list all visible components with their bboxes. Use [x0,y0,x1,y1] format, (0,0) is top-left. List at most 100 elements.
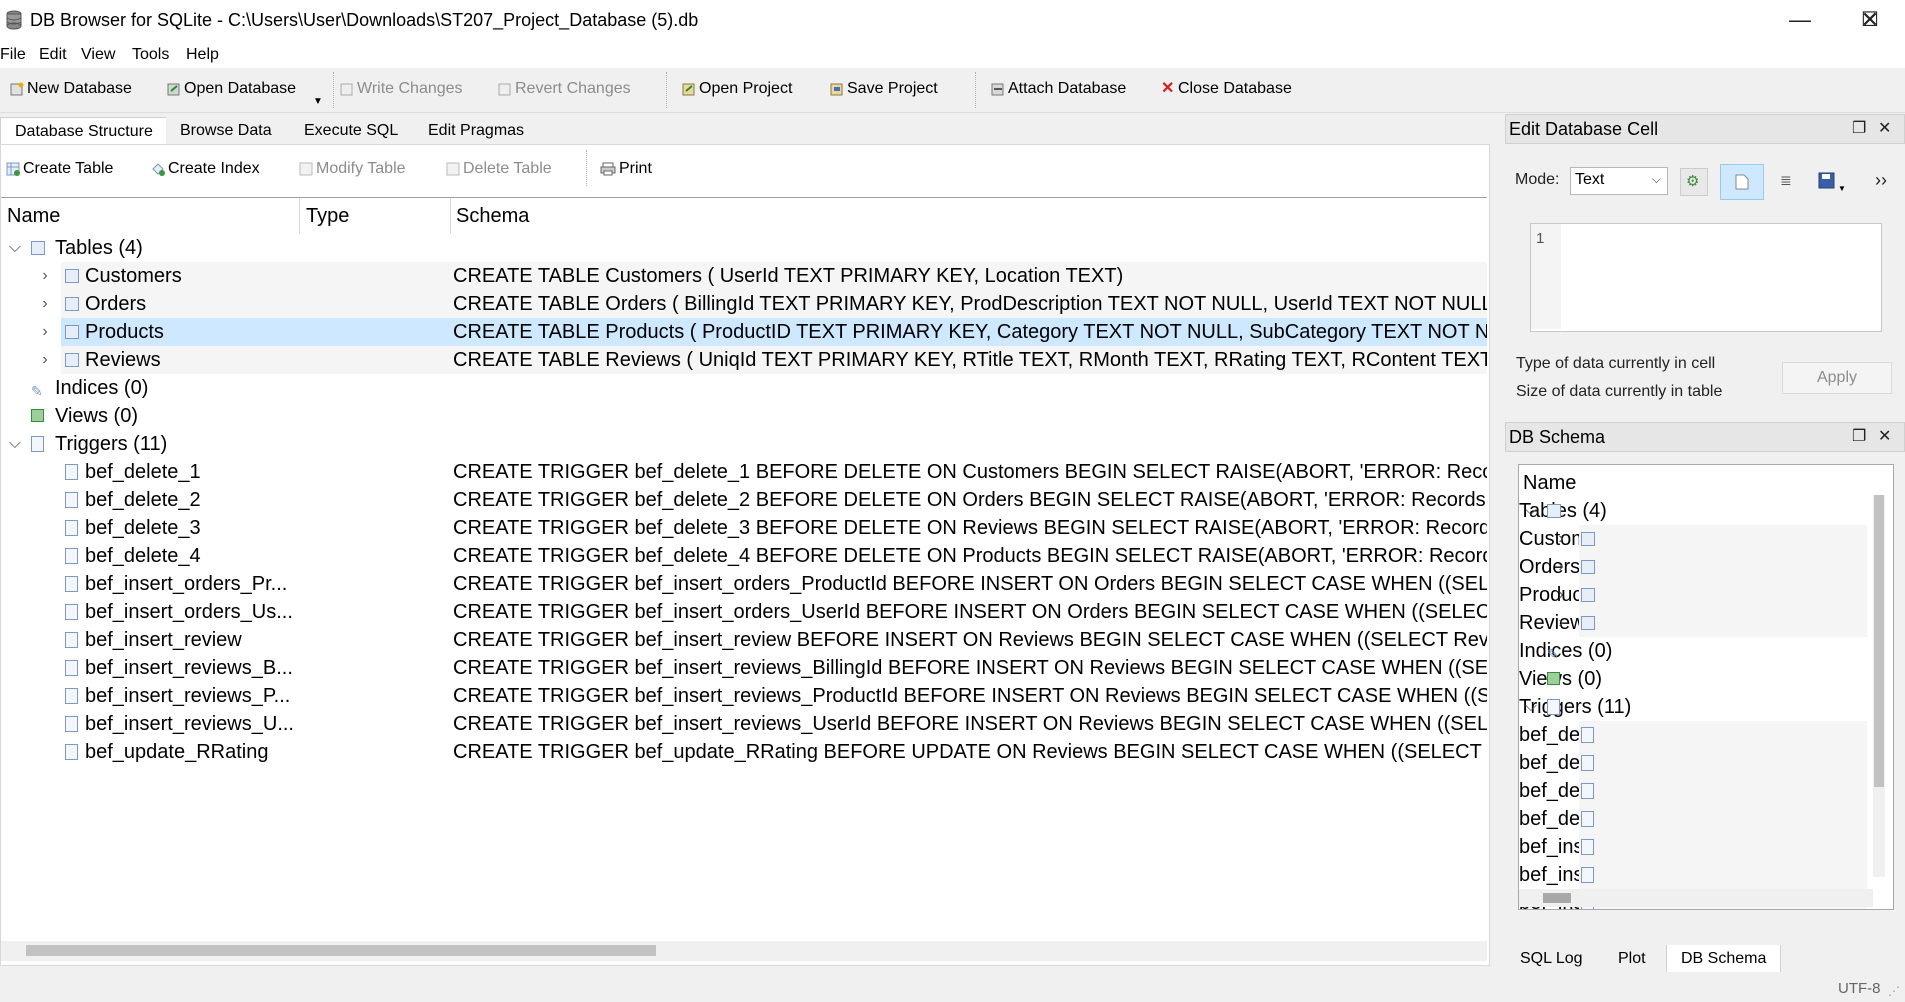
tab-database-structure[interactable]: Database Structure [0,117,168,145]
write-changes-button[interactable]: Write Changes [340,80,463,98]
chevron-right-icon[interactable]: › [37,290,53,318]
schema-tree-row[interactable]: bef_delete_3 [1519,777,1867,805]
tree-row[interactable]: › Orders CREATE TABLE Orders ( BillingId T… [1,290,1487,318]
column-header-name[interactable]: Name [7,198,60,234]
open-database-dropdown-icon[interactable]: ▼ [313,96,323,107]
tab-browse-data[interactable]: Browse Data [166,117,286,144]
tree-row[interactable]: bef_delete_3 CREATE TRIGGER bef_delete_3 … [1,514,1487,542]
menu-help[interactable]: Help [186,46,219,64]
close-dock-icon[interactable]: ✕ [1878,426,1891,446]
schema-tree-row[interactable]: bef_delete_4 [1519,805,1867,833]
horizontal-scrollbar[interactable] [1,941,1487,961]
word-wrap-toggle[interactable] [1720,164,1764,200]
chevron-right-icon[interactable]: › [1553,525,1569,553]
resize-grip-icon[interactable]: ⋰ [1888,984,1900,998]
chevron-right-icon[interactable]: › [37,262,53,290]
chevron-right-icon[interactable]: › [1553,553,1569,581]
cell-editor[interactable]: 1 [1530,223,1882,332]
chevron-down-icon[interactable]: ⌵ [7,430,23,458]
attach-database-button[interactable]: Attach Database [991,80,1126,98]
tree-row[interactable]: bef_insert_reviews_B... CREATE TRIGGER be… [1,654,1487,682]
more-options-icon[interactable]: ›› [1875,170,1887,191]
menu-tools[interactable]: Tools [132,46,169,64]
schema-tree-row[interactable]: › Products [1519,581,1867,609]
tree-row[interactable]: bef_insert_reviews_P... CREATE TRIGGER be… [1,682,1487,710]
tree-row[interactable]: ⌵ Tables (4) [1,234,1487,262]
trigger-icon [65,464,78,480]
print-button[interactable]: Print [600,160,652,178]
tree-row[interactable]: bef_delete_1 CREATE TRIGGER bef_delete_1 … [1,458,1487,486]
vertical-scrollbar-thumb[interactable] [1874,495,1884,787]
tree-row[interactable]: › Products CREATE TABLE Products ( Product… [1,318,1487,346]
apply-button[interactable]: Apply [1782,362,1892,394]
float-dock-icon[interactable]: ❐ [1852,118,1866,138]
chevron-down-icon[interactable]: ⌵ [1523,693,1539,721]
schema-tree-row[interactable]: › Orders [1519,553,1867,581]
close-window-button[interactable]: ✕ [1835,0,1905,42]
chevron-down-icon[interactable]: ⌵ [7,234,23,262]
delete-table-button[interactable]: Delete Table [446,160,552,178]
column-header-type[interactable]: Type [306,198,349,234]
create-index-button[interactable]: Create Index [151,160,260,178]
schema-tree-row[interactable]: bef_insert_orders_ProductId [1519,833,1867,861]
indent-button[interactable]: ≣ [1776,168,1800,194]
tree-row[interactable]: › Customers CREATE TABLE Customers ( UserI… [1,262,1487,290]
tab-sql-log[interactable]: SQL Log [1506,945,1597,973]
tree-row[interactable]: bef_delete_2 CREATE TRIGGER bef_delete_2 … [1,486,1487,514]
auto-switch-mode-button[interactable]: ⚙ [1680,168,1708,196]
menu-edit[interactable]: Edit [39,46,67,64]
schema-tree-row[interactable]: ⌵ Triggers (11) [1519,693,1867,721]
table-icon [1581,616,1595,630]
row-name: Products [85,321,164,343]
tree-row[interactable]: bef_insert_review CREATE TRIGGER bef_inse… [1,626,1487,654]
chevron-right-icon[interactable]: › [1553,609,1569,637]
vertical-scrollbar[interactable] [1873,495,1885,877]
new-database-button[interactable]: New Database [10,80,132,98]
tab-plot[interactable]: Plot [1604,945,1660,973]
menu-view[interactable]: View [81,46,115,64]
modify-table-button[interactable]: Modify Table [299,160,406,178]
tree-row[interactable]: ✎ Indices (0) [1,374,1487,402]
minimize-button[interactable]: — [1765,0,1835,42]
schema-tree-row[interactable]: › Reviews [1519,609,1867,637]
open-database-button[interactable]: Open Database [167,80,296,98]
tab-execute-sql[interactable]: Execute SQL [290,117,413,144]
chevron-right-icon[interactable]: › [1553,581,1569,609]
chevron-right-icon[interactable]: › [37,346,53,374]
horizontal-scrollbar-thumb[interactable] [1543,893,1571,903]
schema-tree-row[interactable]: bef_delete_2 [1519,749,1867,777]
mode-select[interactable]: Text ⌵ [1570,167,1668,195]
tree-row[interactable]: bef_delete_4 CREATE TRIGGER bef_delete_4 … [1,542,1487,570]
row-schema: CREATE TRIGGER bef_insert_orders_Product… [453,573,1487,595]
close-database-button[interactable]: ✕ Close Database [1161,80,1292,98]
close-dock-icon[interactable]: ✕ [1878,118,1891,138]
tree-row[interactable]: bef_insert_reviews_U... CREATE TRIGGER be… [1,710,1487,738]
db-schema-header-name[interactable]: Name [1523,469,1576,497]
schema-tree-row[interactable]: Views (0) [1519,665,1867,693]
schema-tree-row[interactable]: bef_insert_orders_UserId [1519,861,1867,889]
menu-file[interactable]: File [0,46,26,64]
tree-row[interactable]: bef_insert_orders_Us... CREATE TRIGGER be… [1,598,1487,626]
schema-tree-row[interactable]: ✎ Indices (0) [1519,637,1867,665]
horizontal-scrollbar-thumb[interactable] [26,945,656,956]
open-project-button[interactable]: Open Project [682,80,792,98]
schema-tree-row[interactable]: › Customers [1519,525,1867,553]
export-button[interactable]: ▼ [1812,166,1846,196]
float-dock-icon[interactable]: ❐ [1852,426,1866,446]
chevron-down-icon[interactable]: ⌵ [1523,497,1539,525]
chevron-right-icon[interactable]: › [37,318,53,346]
tree-row[interactable]: ⌵ Triggers (11) [1,430,1487,458]
tab-edit-pragmas[interactable]: Edit Pragmas [414,117,539,144]
horizontal-scrollbar[interactable] [1519,889,1873,907]
tree-row[interactable]: bef_update_RRating CREATE TRIGGER bef_upd… [1,738,1487,766]
schema-tree-row[interactable]: ⌵ Tables (4) [1519,497,1867,525]
revert-changes-button[interactable]: Revert Changes [498,80,631,98]
create-table-button[interactable]: Create Table [6,160,113,178]
tree-row[interactable]: › Reviews CREATE TABLE Reviews ( UniqId TE… [1,346,1487,374]
save-project-button[interactable]: Save Project [830,80,938,98]
column-header-schema[interactable]: Schema [456,198,529,234]
schema-tree-row[interactable]: bef_delete_1 [1519,721,1867,749]
tab-db-schema[interactable]: DB Schema [1666,945,1782,974]
tree-row[interactable]: Views (0) [1,402,1487,430]
tree-row[interactable]: bef_insert_orders_Pr... CREATE TRIGGER be… [1,570,1487,598]
